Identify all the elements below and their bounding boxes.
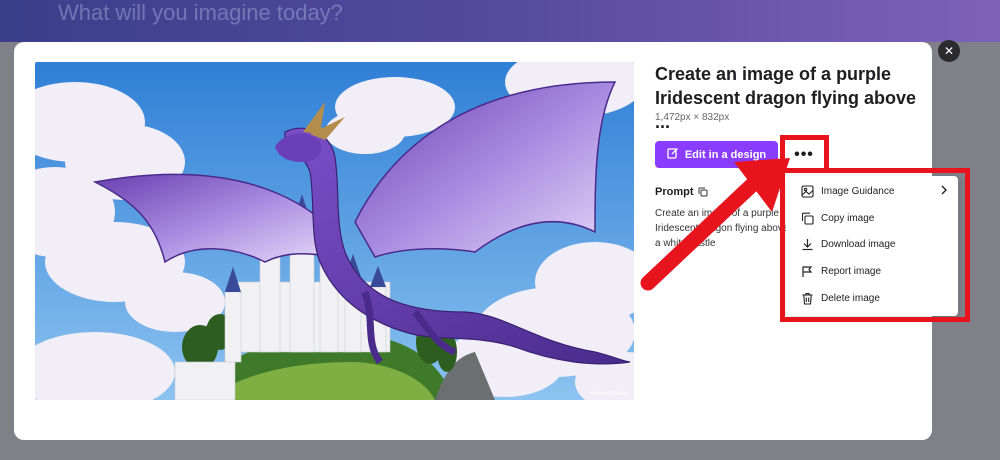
more-options-button[interactable]: •••: [788, 141, 820, 168]
menu-item-label: Download image: [821, 239, 896, 251]
menu-item-label: Copy image: [821, 212, 875, 224]
copy-icon: [800, 211, 814, 225]
edit-button-label: Edit in a design: [684, 148, 767, 161]
close-icon: ✕: [943, 44, 955, 58]
image-icon: [800, 184, 814, 198]
image-title: Create an image of a purple Iridescent d…: [655, 64, 917, 132]
menu-item-image-guidance[interactable]: Image Guidance: [786, 178, 958, 205]
menu-item-label: Delete image: [821, 292, 880, 304]
menu-item-delete-image[interactable]: Delete image: [786, 285, 958, 312]
menu-item-label: Image Guidance: [821, 185, 895, 197]
download-icon: [800, 238, 814, 252]
background-heading: What will you imagine today?: [58, 0, 343, 25]
more-options-menu: Image Guidance Copy image Download image: [786, 176, 958, 316]
menu-item-report-image[interactable]: Report image: [786, 258, 958, 285]
edit-icon: [667, 147, 679, 162]
menu-item-label: Report image: [821, 265, 882, 277]
chevron-right-icon: [940, 185, 948, 198]
image-watermark: made with Canva: [589, 391, 628, 397]
menu-item-download-image[interactable]: Download image: [786, 231, 958, 258]
copy-prompt-button[interactable]: [695, 184, 711, 200]
image-dimensions: 1,472px × 832px: [655, 112, 730, 123]
prompt-label: Prompt: [655, 186, 694, 198]
edit-in-design-button[interactable]: Edit in a design: [655, 141, 778, 168]
copy-icon: [698, 187, 708, 197]
generated-image: made with Canva: [35, 62, 634, 400]
trash-icon: [800, 291, 814, 305]
prompt-text: Create an image of a purple Iridescent d…: [655, 208, 789, 249]
flag-icon: [800, 264, 814, 278]
menu-item-copy-image[interactable]: Copy image: [786, 205, 958, 232]
close-button[interactable]: ✕: [938, 40, 960, 62]
